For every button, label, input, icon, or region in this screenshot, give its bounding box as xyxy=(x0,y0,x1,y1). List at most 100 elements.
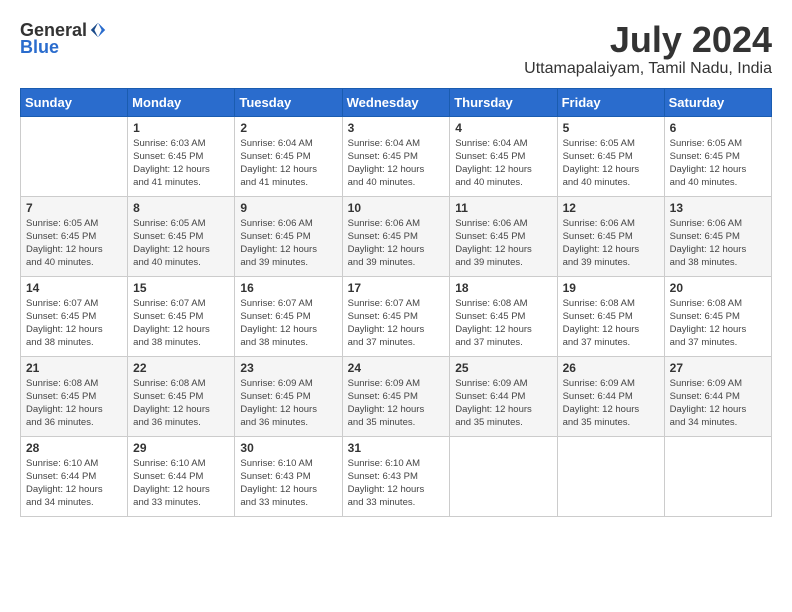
day-header-tuesday: Tuesday xyxy=(235,88,342,116)
calendar-cell: 23Sunrise: 6:09 AM Sunset: 6:45 PM Dayli… xyxy=(235,356,342,436)
calendar-cell: 16 Sunrise: 6:07 AM Sunset: 6:45 PM Dayli… xyxy=(235,276,342,356)
calendar-cell: 3Sunrise: 6:04 AM Sunset: 6:45 PM Daylig… xyxy=(342,116,450,196)
day-info: Sunrise: 6:09 AM Sunset: 6:44 PM Dayligh… xyxy=(455,377,551,430)
day-number: 4 xyxy=(455,121,551,135)
day-info: Sunrise: 6:05 AM Sunset: 6:45 PM Dayligh… xyxy=(133,217,229,270)
day-number: 24 xyxy=(348,361,445,375)
day-number: 15 xyxy=(133,281,229,295)
day-number: 31 xyxy=(348,441,445,455)
day-number: 12 xyxy=(563,201,659,215)
calendar-cell: 19 Sunrise: 6:08 AM Sunset: 6:45 PM Dayli… xyxy=(557,276,664,356)
day-number: 11 xyxy=(455,201,551,215)
calendar-cell: 5Sunrise: 6:05 AM Sunset: 6:45 PM Daylig… xyxy=(557,116,664,196)
day-header-saturday: Saturday xyxy=(664,88,771,116)
day-header-wednesday: Wednesday xyxy=(342,88,450,116)
week-row-4: 21 Sunrise: 6:08 AM Sunset: 6:45 PM Dayli… xyxy=(21,356,772,436)
calendar-cell: 20 Sunrise: 6:08 AM Sunset: 6:45 PM Dayli… xyxy=(664,276,771,356)
day-number: 19 xyxy=(563,281,659,295)
day-info: Sunrise: 6:10 AM Sunset: 6:44 PM Dayligh… xyxy=(26,457,122,510)
day-number: 18 xyxy=(455,281,551,295)
day-info: Sunrise: 6:06 AM Sunset: 6:45 PM Dayligh… xyxy=(563,217,659,270)
day-number: 26 xyxy=(563,361,659,375)
calendar-cell: 6 Sunrise: 6:05 AM Sunset: 6:45 PM Daylig… xyxy=(664,116,771,196)
day-info: Sunrise: 6:04 AM Sunset: 6:45 PM Dayligh… xyxy=(348,137,445,190)
day-number: 27 xyxy=(670,361,766,375)
day-info: Sunrise: 6:09 AM Sunset: 6:45 PM Dayligh… xyxy=(240,377,336,430)
day-info: Sunrise: 6:05 AM Sunset: 6:45 PM Dayligh… xyxy=(670,137,766,190)
day-number: 20 xyxy=(670,281,766,295)
day-info: Sunrise: 6:06 AM Sunset: 6:45 PM Dayligh… xyxy=(348,217,445,270)
calendar-cell: 30 Sunrise: 6:10 AM Sunset: 6:43 PM Dayli… xyxy=(235,436,342,516)
day-info: Sunrise: 6:07 AM Sunset: 6:45 PM Dayligh… xyxy=(26,297,122,350)
calendar-cell: 8 Sunrise: 6:05 AM Sunset: 6:45 PM Daylig… xyxy=(128,196,235,276)
calendar-cell xyxy=(450,436,557,516)
calendar-cell: 27 Sunrise: 6:09 AM Sunset: 6:44 PM Dayli… xyxy=(664,356,771,436)
calendar-cell: 17 Sunrise: 6:07 AM Sunset: 6:45 PM Dayli… xyxy=(342,276,450,356)
logo-blue-text: Blue xyxy=(20,37,59,58)
calendar-table: SundayMondayTuesdayWednesdayThursdayFrid… xyxy=(20,88,772,517)
day-info: Sunrise: 6:10 AM Sunset: 6:43 PM Dayligh… xyxy=(240,457,336,510)
calendar-cell: 10Sunrise: 6:06 AM Sunset: 6:45 PM Dayli… xyxy=(342,196,450,276)
day-info: Sunrise: 6:03 AM Sunset: 6:45 PM Dayligh… xyxy=(133,137,229,190)
day-info: Sunrise: 6:07 AM Sunset: 6:45 PM Dayligh… xyxy=(240,297,336,350)
calendar-cell: 13 Sunrise: 6:06 AM Sunset: 6:45 PM Dayli… xyxy=(664,196,771,276)
calendar-cell: 21 Sunrise: 6:08 AM Sunset: 6:45 PM Dayli… xyxy=(21,356,128,436)
day-number: 2 xyxy=(240,121,336,135)
day-info: Sunrise: 6:05 AM Sunset: 6:45 PM Dayligh… xyxy=(26,217,122,270)
day-number: 28 xyxy=(26,441,122,455)
day-info: Sunrise: 6:08 AM Sunset: 6:45 PM Dayligh… xyxy=(670,297,766,350)
calendar-cell: 2 Sunrise: 6:04 AM Sunset: 6:45 PM Daylig… xyxy=(235,116,342,196)
calendar-cell: 22 Sunrise: 6:08 AM Sunset: 6:45 PM Dayli… xyxy=(128,356,235,436)
day-number: 16 xyxy=(240,281,336,295)
day-info: Sunrise: 6:09 AM Sunset: 6:44 PM Dayligh… xyxy=(670,377,766,430)
calendar-cell: 29 Sunrise: 6:10 AM Sunset: 6:44 PM Dayli… xyxy=(128,436,235,516)
day-number: 21 xyxy=(26,361,122,375)
logo-icon xyxy=(89,21,107,39)
day-header-monday: Monday xyxy=(128,88,235,116)
calendar-cell: 18 Sunrise: 6:08 AM Sunset: 6:45 PM Dayli… xyxy=(450,276,557,356)
calendar-cell: 12 Sunrise: 6:06 AM Sunset: 6:45 PM Dayli… xyxy=(557,196,664,276)
day-info: Sunrise: 6:09 AM Sunset: 6:45 PM Dayligh… xyxy=(348,377,445,430)
location-title: Uttamapalaiyam, Tamil Nadu, India xyxy=(524,60,772,78)
day-number: 29 xyxy=(133,441,229,455)
day-number: 22 xyxy=(133,361,229,375)
calendar-cell: 25 Sunrise: 6:09 AM Sunset: 6:44 PM Dayli… xyxy=(450,356,557,436)
day-info: Sunrise: 6:08 AM Sunset: 6:45 PM Dayligh… xyxy=(26,377,122,430)
calendar-cell: 15Sunrise: 6:07 AM Sunset: 6:45 PM Dayli… xyxy=(128,276,235,356)
day-info: Sunrise: 6:05 AM Sunset: 6:45 PM Dayligh… xyxy=(563,137,659,190)
header: General Blue July 2024 Uttamapalaiyam, T… xyxy=(20,20,772,78)
week-row-5: 28 Sunrise: 6:10 AM Sunset: 6:44 PM Dayli… xyxy=(21,436,772,516)
week-row-2: 7 Sunrise: 6:05 AM Sunset: 6:45 PM Daylig… xyxy=(21,196,772,276)
day-number: 30 xyxy=(240,441,336,455)
day-info: Sunrise: 6:08 AM Sunset: 6:45 PM Dayligh… xyxy=(455,297,551,350)
day-info: Sunrise: 6:06 AM Sunset: 6:45 PM Dayligh… xyxy=(670,217,766,270)
day-number: 17 xyxy=(348,281,445,295)
day-number: 7 xyxy=(26,201,122,215)
day-info: Sunrise: 6:08 AM Sunset: 6:45 PM Dayligh… xyxy=(133,377,229,430)
title-area: July 2024 Uttamapalaiyam, Tamil Nadu, In… xyxy=(524,20,772,78)
day-info: Sunrise: 6:04 AM Sunset: 6:45 PM Dayligh… xyxy=(240,137,336,190)
calendar-cell: 24 Sunrise: 6:09 AM Sunset: 6:45 PM Dayli… xyxy=(342,356,450,436)
day-number: 8 xyxy=(133,201,229,215)
calendar-cell: 26 Sunrise: 6:09 AM Sunset: 6:44 PM Dayli… xyxy=(557,356,664,436)
day-number: 6 xyxy=(670,121,766,135)
week-row-3: 14 Sunrise: 6:07 AM Sunset: 6:45 PM Dayli… xyxy=(21,276,772,356)
day-number: 25 xyxy=(455,361,551,375)
day-info: Sunrise: 6:08 AM Sunset: 6:45 PM Dayligh… xyxy=(563,297,659,350)
day-number: 14 xyxy=(26,281,122,295)
day-info: Sunrise: 6:10 AM Sunset: 6:44 PM Dayligh… xyxy=(133,457,229,510)
day-info: Sunrise: 6:04 AM Sunset: 6:45 PM Dayligh… xyxy=(455,137,551,190)
day-number: 1 xyxy=(133,121,229,135)
calendar-cell: 31 Sunrise: 6:10 AM Sunset: 6:43 PM Dayli… xyxy=(342,436,450,516)
day-info: Sunrise: 6:10 AM Sunset: 6:43 PM Dayligh… xyxy=(348,457,445,510)
calendar-cell: 4 Sunrise: 6:04 AM Sunset: 6:45 PM Daylig… xyxy=(450,116,557,196)
calendar-cell: 1 Sunrise: 6:03 AM Sunset: 6:45 PM Daylig… xyxy=(128,116,235,196)
day-info: Sunrise: 6:06 AM Sunset: 6:45 PM Dayligh… xyxy=(240,217,336,270)
day-header-friday: Friday xyxy=(557,88,664,116)
calendar-cell xyxy=(664,436,771,516)
calendar-cell xyxy=(21,116,128,196)
day-info: Sunrise: 6:09 AM Sunset: 6:44 PM Dayligh… xyxy=(563,377,659,430)
day-number: 9 xyxy=(240,201,336,215)
day-info: Sunrise: 6:07 AM Sunset: 6:45 PM Dayligh… xyxy=(348,297,445,350)
day-number: 13 xyxy=(670,201,766,215)
